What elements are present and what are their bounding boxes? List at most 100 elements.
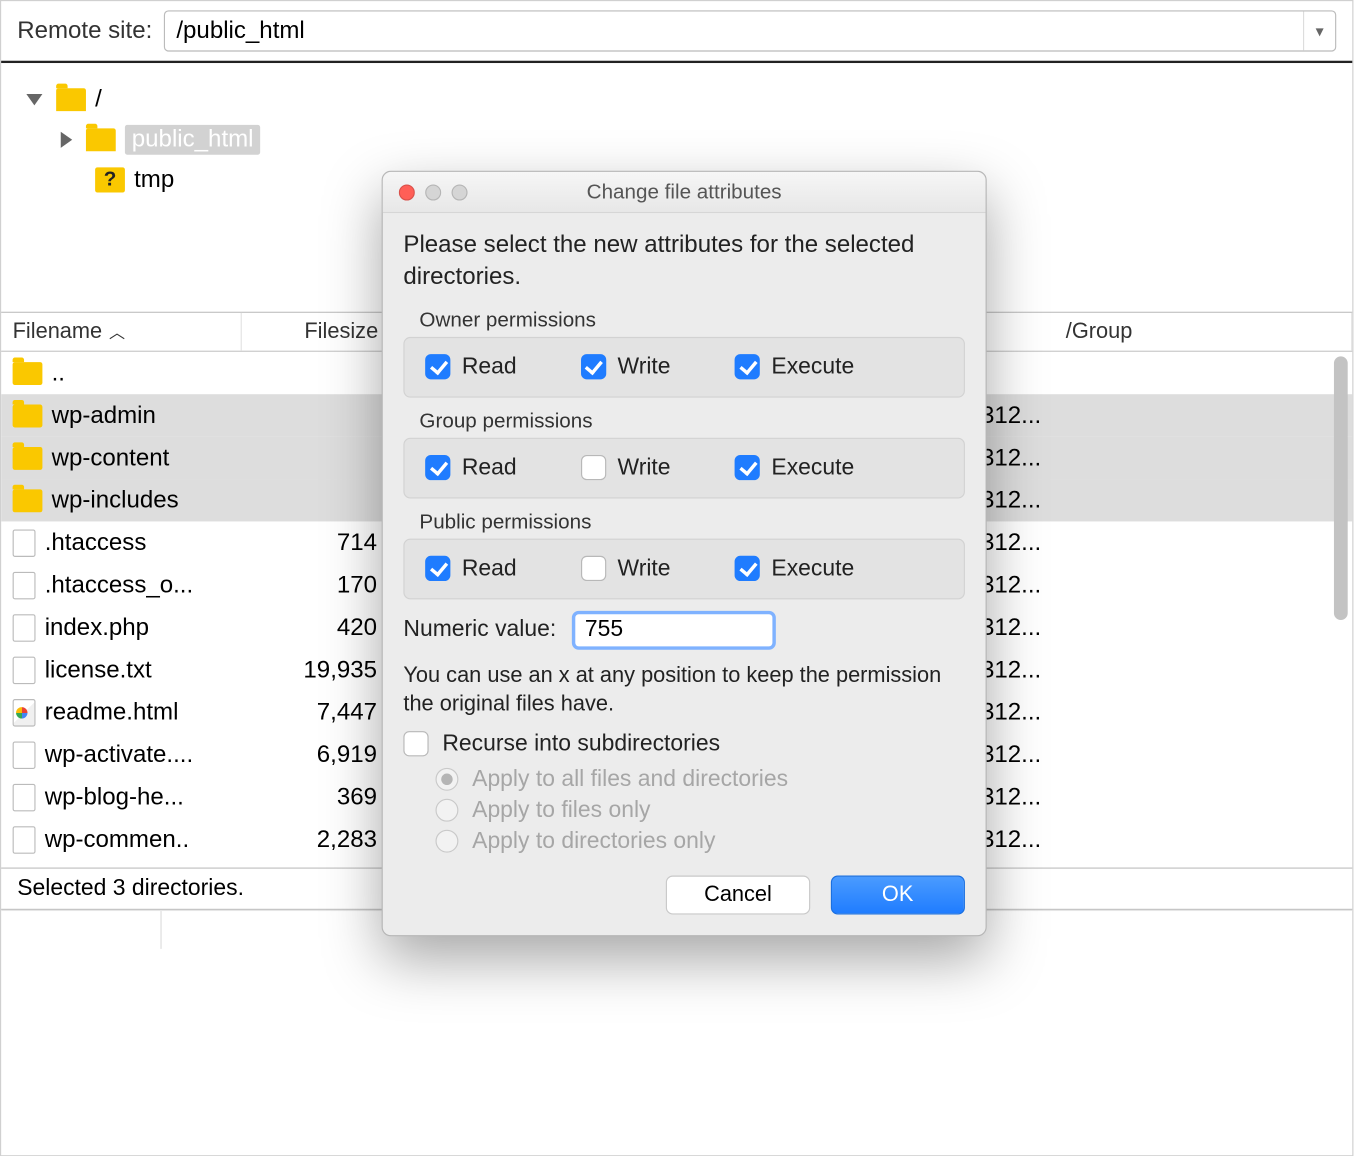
owner-read-checkbox[interactable]: Read <box>425 354 516 380</box>
file-group: 312... <box>981 656 1041 684</box>
change-attributes-dialog: Change file attributes Please select the… <box>382 171 987 936</box>
close-icon[interactable] <box>399 184 415 200</box>
file-icon <box>13 656 36 684</box>
file-name: index.php <box>45 614 240 642</box>
chevron-down-icon[interactable]: ▾ <box>1303 11 1335 50</box>
checkbox-icon[interactable] <box>581 556 606 581</box>
folder-icon <box>13 446 43 469</box>
cancel-button[interactable]: Cancel <box>666 876 809 915</box>
checkbox-label: Read <box>462 555 517 581</box>
file-name: wp-admin <box>52 402 247 430</box>
file-name: wp-includes <box>52 486 247 514</box>
file-group: 312... <box>981 529 1041 557</box>
checkbox-label: Read <box>462 354 517 380</box>
radio-icon <box>435 799 458 822</box>
owner-write-checkbox[interactable]: Write <box>581 354 671 380</box>
group-permissions: Read Write Execute <box>403 437 965 498</box>
disclosure-open-icon[interactable] <box>26 93 42 104</box>
column-group[interactable]: /Group <box>986 313 1353 351</box>
sort-ascending-icon: ︿ <box>109 320 125 343</box>
radio-icon <box>435 830 458 853</box>
recurse-checkbox-row[interactable]: Recurse into subdirectories <box>403 731 965 757</box>
numeric-hint: You can use an x at any position to keep… <box>403 661 965 720</box>
file-group: 312... <box>981 486 1041 514</box>
checkbox-icon[interactable] <box>735 556 760 581</box>
dialog-body: Please select the new attributes for the… <box>383 213 986 935</box>
file-group: 312... <box>981 402 1041 430</box>
recurse-label: Recurse into subdirectories <box>442 731 720 757</box>
dialog-lead: Please select the new attributes for the… <box>403 229 965 294</box>
checkbox-icon[interactable] <box>425 455 450 480</box>
file-name: .htaccess <box>45 529 240 557</box>
file-name: license.txt <box>45 656 240 684</box>
file-name: readme.html <box>45 698 240 726</box>
tree-item-label: tmp <box>134 166 174 194</box>
recurse-checkbox[interactable] <box>403 732 428 757</box>
checkbox-icon[interactable] <box>735 455 760 480</box>
minimize-icon <box>425 184 441 200</box>
file-name: .. <box>52 359 247 387</box>
file-icon <box>13 826 36 854</box>
owner-execute-checkbox[interactable]: Execute <box>735 354 854 380</box>
group-write-checkbox[interactable]: Write <box>581 455 671 481</box>
dialog-buttons: Cancel OK <box>403 876 965 915</box>
checkbox-icon[interactable] <box>425 354 450 379</box>
radio-label: Apply to directories only <box>472 829 715 855</box>
numeric-value-label: Numeric value: <box>403 617 556 643</box>
file-size: 6,919 <box>240 741 389 769</box>
tree-item-public-html[interactable]: public_html <box>26 119 1327 159</box>
unknown-folder-icon: ? <box>95 167 125 192</box>
owner-permissions-label: Owner permissions <box>419 308 964 332</box>
checkbox-label: Execute <box>771 354 854 380</box>
radio-apply-files: Apply to files only <box>435 798 964 824</box>
public-execute-checkbox[interactable]: Execute <box>735 555 854 581</box>
file-group: 312... <box>981 783 1041 811</box>
group-permissions-label: Group permissions <box>419 409 964 433</box>
radio-label: Apply to all files and directories <box>472 767 788 793</box>
file-size: 170 <box>240 571 389 599</box>
tree-item-label: public_html <box>125 124 260 154</box>
public-read-checkbox[interactable]: Read <box>425 555 516 581</box>
file-name: wp-content <box>52 444 247 472</box>
file-group: 312... <box>981 741 1041 769</box>
dialog-titlebar[interactable]: Change file attributes <box>383 172 986 213</box>
folder-icon <box>56 88 86 111</box>
checkbox-label: Read <box>462 455 517 481</box>
ok-button[interactable]: OK <box>830 876 965 915</box>
checkbox-icon[interactable] <box>581 354 606 379</box>
remote-site-input[interactable] <box>165 17 1303 45</box>
radio-icon <box>435 768 458 791</box>
file-icon <box>13 741 36 769</box>
file-size: 19,935 <box>240 656 389 684</box>
file-icon <box>13 529 36 557</box>
radio-label: Apply to files only <box>472 798 650 824</box>
checkbox-icon[interactable] <box>581 455 606 480</box>
scrollbar[interactable] <box>1334 356 1348 620</box>
remote-site-label: Remote site: <box>17 17 152 45</box>
tree-root-label: / <box>95 85 102 113</box>
file-name: wp-commen.. <box>45 826 240 854</box>
file-group: 312... <box>981 614 1041 642</box>
bottom-segment <box>1 911 161 949</box>
file-icon <box>13 783 36 811</box>
group-execute-checkbox[interactable]: Execute <box>735 455 854 481</box>
column-filename[interactable]: Filename ︿ <box>1 313 242 351</box>
checkbox-icon[interactable] <box>425 556 450 581</box>
disclosure-closed-icon[interactable] <box>61 131 72 147</box>
numeric-value-input[interactable] <box>572 610 776 649</box>
file-size: 420 <box>240 614 389 642</box>
remote-site-combobox[interactable]: ▾ <box>164 10 1336 51</box>
checkbox-label: Write <box>617 455 670 481</box>
public-permissions: Read Write Execute <box>403 538 965 599</box>
column-filesize[interactable]: Filesize <box>242 313 391 351</box>
group-read-checkbox[interactable]: Read <box>425 455 516 481</box>
file-group: 312... <box>981 571 1041 599</box>
zoom-icon <box>452 184 468 200</box>
checkbox-icon[interactable] <box>735 354 760 379</box>
tree-root[interactable]: / <box>26 79 1327 119</box>
remote-site-bar: Remote site: ▾ <box>1 1 1352 63</box>
dialog-title: Change file attributes <box>383 180 986 204</box>
public-write-checkbox[interactable]: Write <box>581 555 671 581</box>
checkbox-label: Write <box>617 354 670 380</box>
column-label: /Group <box>1066 319 1133 344</box>
